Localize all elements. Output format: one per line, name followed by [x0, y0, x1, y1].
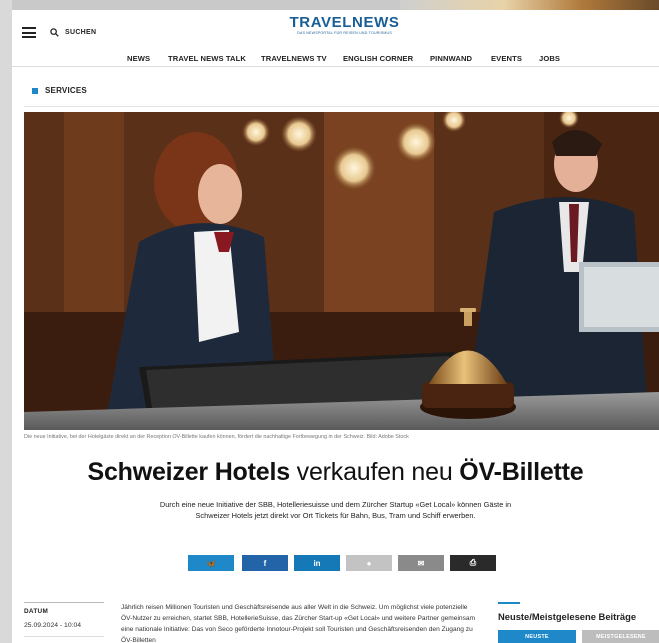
hero-image [24, 112, 659, 430]
section-label: SERVICES [45, 86, 87, 95]
hotel-reception-photo [24, 112, 659, 430]
facebook-icon: f [263, 558, 267, 568]
bluesky-share-button[interactable]: 🦋 [188, 555, 234, 571]
logo-text: TRAVELNEWS [289, 14, 400, 31]
article-page: SUCHEN TRAVELNEWS DAS NEWSPORTAL FÜR REI… [12, 10, 659, 643]
meta-divider-2 [24, 636, 104, 637]
title-part-2: verkaufen neu [296, 458, 453, 486]
date-value: 25.09.2024 - 10:04 [24, 622, 82, 629]
section-marker [32, 87, 38, 94]
menu-icon[interactable] [22, 27, 36, 38]
section-breadcrumb[interactable]: SERVICES [32, 86, 87, 95]
comment-share-button[interactable]: ● [346, 555, 392, 571]
main-nav: NEWS TRAVEL NEWS TALK TRAVELNEWS TV ENGL… [12, 50, 659, 67]
nav-item-events[interactable]: EVENTS [491, 54, 522, 63]
date-label: DATUM [24, 608, 49, 615]
image-caption: Die neue Initiative, bei der Hotelgäste … [24, 434, 409, 440]
print-icon: ⎙ [469, 558, 477, 567]
facebook-share-button[interactable]: f [242, 555, 288, 571]
meta-divider [24, 602, 104, 603]
search-icon [50, 28, 59, 37]
article-lead: Durch eine neue Initiative der SBB, Hote… [159, 500, 512, 520]
nav-item-travel-news-talk[interactable]: TRAVEL NEWS TALK [168, 54, 246, 63]
nav-item-pinnwand[interactable]: PINNWAND [430, 54, 472, 63]
bluesky-icon: 🦋 [206, 558, 216, 568]
site-logo[interactable]: TRAVELNEWS DAS NEWSPORTAL FÜR REISEN UND… [287, 14, 402, 35]
logo-tagline: DAS NEWSPORTAL FÜR REISEN UND TOURISMUS [297, 31, 392, 35]
article-title: Schweizer Hotels verkaufen neu ÖV-Billet… [12, 458, 659, 487]
comment-icon: ● [366, 558, 372, 568]
nav-item-news[interactable]: NEWS [127, 54, 150, 63]
page: SUCHEN TRAVELNEWS DAS NEWSPORTAL FÜR REI… [0, 0, 659, 643]
search-button[interactable]: SUCHEN [50, 28, 96, 37]
print-share-button[interactable]: ⎙ [450, 555, 496, 571]
title-part-3: ÖV-Billette [459, 458, 584, 486]
search-label: SUCHEN [65, 29, 97, 36]
nav-item-english-corner[interactable]: ENGLISH CORNER [343, 54, 413, 63]
mail-icon: ✉ [417, 558, 425, 568]
nav-item-jobs[interactable]: JOBS [539, 54, 560, 63]
background-left [0, 0, 12, 643]
title-part-1: Schweizer Hotels [87, 458, 290, 486]
mail-share-button[interactable]: ✉ [398, 555, 444, 571]
tab-newest[interactable]: NEUSTE [498, 630, 576, 643]
site-header: SUCHEN TRAVELNEWS DAS NEWSPORTAL FÜR REI… [12, 10, 659, 50]
linkedin-icon: in [313, 558, 321, 568]
linkedin-share-button[interactable]: in [294, 555, 340, 571]
nav-item-travelnews-tv[interactable]: TRAVELNEWS TV [261, 54, 327, 63]
article-body: Jährlich reisen Millionen Touristen und … [121, 604, 476, 643]
sidebar-title: Neuste/Meistgelesene Beiträge [498, 611, 637, 622]
sidebar-accent [498, 602, 520, 604]
tab-most-read[interactable]: MEISTGELESENE [582, 630, 659, 643]
divider [24, 106, 659, 107]
